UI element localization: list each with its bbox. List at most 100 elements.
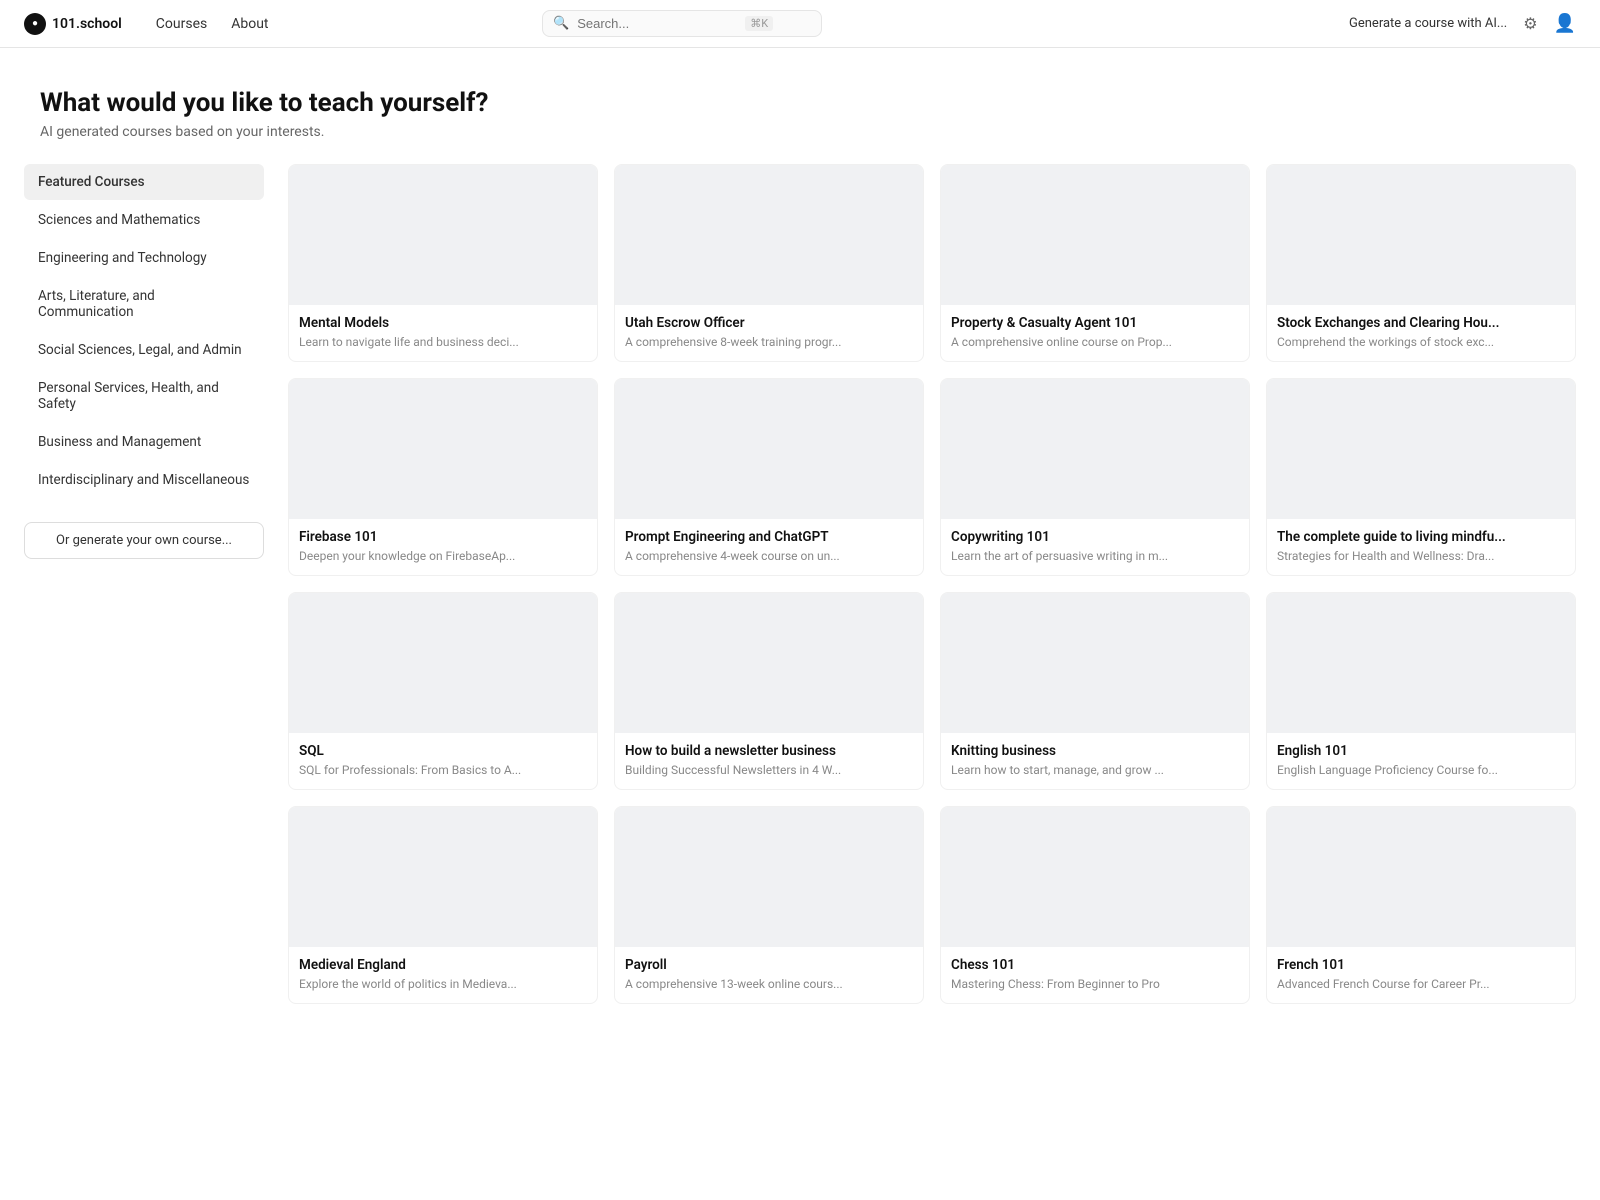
course-description: Mastering Chess: From Beginner to Pro [951,977,1239,991]
course-description: A comprehensive online course on Prop... [951,335,1239,349]
course-card[interactable]: SQL SQL for Professionals: From Basics t… [288,592,598,790]
course-title: Copywriting 101 [951,529,1239,545]
sidebar-item-sciences[interactable]: Sciences and Mathematics [24,202,264,238]
course-title: How to build a newsletter business [625,743,913,759]
course-thumbnail [289,379,597,519]
course-info: SQL SQL for Professionals: From Basics t… [289,733,597,789]
course-description: Building Successful Newsletters in 4 W..… [625,763,913,777]
sidebar-item-featured[interactable]: Featured Courses [24,164,264,200]
course-thumbnail [289,593,597,733]
course-description: Learn how to start, manage, and grow ... [951,763,1239,777]
generate-own-course-button[interactable]: Or generate your own course... [24,522,264,559]
course-info: Mental Models Learn to navigate life and… [289,305,597,361]
course-card[interactable]: Payroll A comprehensive 13-week online c… [614,806,924,1004]
course-title: French 101 [1277,957,1565,973]
course-card[interactable]: Property & Casualty Agent 101 A comprehe… [940,164,1250,362]
search-input[interactable] [577,16,737,31]
nav-logo[interactable]: ● 101.school [24,13,122,35]
theme-icon[interactable]: ⚙ [1523,14,1537,33]
course-info: English 101 English Language Proficiency… [1267,733,1575,789]
course-description: A comprehensive 13-week online cours... [625,977,913,991]
course-title: Prompt Engineering and ChatGPT [625,529,913,545]
course-description: Comprehend the workings of stock exc... [1277,335,1565,349]
course-title: Utah Escrow Officer [625,315,913,331]
course-card[interactable]: Stock Exchanges and Clearing Hou... Comp… [1266,164,1576,362]
sidebar: Featured CoursesSciences and Mathematics… [24,164,264,1004]
course-title: The complete guide to living mindfu... [1277,529,1565,545]
course-title: Payroll [625,957,913,973]
main-layout: Featured CoursesSciences and Mathematics… [0,164,1600,1044]
course-description: Deepen your knowledge on FirebaseAp... [299,549,587,563]
course-card[interactable]: Medieval England Explore the world of po… [288,806,598,1004]
course-description: Explore the world of politics in Medieva… [299,977,587,991]
course-card[interactable]: Utah Escrow Officer A comprehensive 8-we… [614,164,924,362]
course-thumbnail [289,807,597,947]
logo-text: 101.school [52,16,122,32]
course-info: The complete guide to living mindfu... S… [1267,519,1575,575]
course-title: Chess 101 [951,957,1239,973]
course-card[interactable]: Knitting business Learn how to start, ma… [940,592,1250,790]
course-description: Learn the art of persuasive writing in m… [951,549,1239,563]
search-icon: 🔍 [553,16,569,31]
sidebar-item-interdisciplinary[interactable]: Interdisciplinary and Miscellaneous [24,462,264,498]
course-thumbnail [1267,379,1575,519]
nav-actions: Generate a course with AI... ⚙ 👤 [1349,13,1576,34]
course-card[interactable]: Prompt Engineering and ChatGPT A compreh… [614,378,924,576]
sidebar-item-business[interactable]: Business and Management [24,424,264,460]
nav-courses[interactable]: Courses [146,10,217,38]
course-info: Property & Casualty Agent 101 A comprehe… [941,305,1249,361]
course-info: Firebase 101 Deepen your knowledge on Fi… [289,519,597,575]
course-card[interactable]: Chess 101 Mastering Chess: From Beginner… [940,806,1250,1004]
course-thumbnail [1267,593,1575,733]
course-thumbnail [1267,165,1575,305]
course-info: How to build a newsletter business Build… [615,733,923,789]
logo-icon: ● [24,13,46,35]
course-title: Mental Models [299,315,587,331]
course-info: Copywriting 101 Learn the art of persuas… [941,519,1249,575]
course-thumbnail [941,379,1249,519]
course-card[interactable]: Firebase 101 Deepen your knowledge on Fi… [288,378,598,576]
course-thumbnail [615,807,923,947]
course-thumbnail [1267,807,1575,947]
sidebar-item-engineering[interactable]: Engineering and Technology [24,240,264,276]
sidebar-item-arts[interactable]: Arts, Literature, and Communication [24,278,264,330]
sidebar-item-personal[interactable]: Personal Services, Health, and Safety [24,370,264,422]
course-description: Learn to navigate life and business deci… [299,335,587,349]
course-card[interactable]: How to build a newsletter business Build… [614,592,924,790]
course-title: Medieval England [299,957,587,973]
course-description: SQL for Professionals: From Basics to A.… [299,763,587,777]
nav-links: Courses About [146,10,279,38]
course-thumbnail [615,593,923,733]
course-info: Knitting business Learn how to start, ma… [941,733,1249,789]
course-title: Firebase 101 [299,529,587,545]
course-thumbnail [941,165,1249,305]
course-info: Utah Escrow Officer A comprehensive 8-we… [615,305,923,361]
search-bar: 🔍 ⌘K [542,10,822,37]
course-info: Chess 101 Mastering Chess: From Beginner… [941,947,1249,1003]
course-description: Advanced French Course for Career Pr... [1277,977,1565,991]
course-description: A comprehensive 4-week course on un... [625,549,913,563]
course-description: Strategies for Health and Wellness: Dra.… [1277,549,1565,563]
course-card[interactable]: Copywriting 101 Learn the art of persuas… [940,378,1250,576]
user-icon[interactable]: 👤 [1554,13,1576,34]
course-info: Payroll A comprehensive 13-week online c… [615,947,923,1003]
hero-subtitle: AI generated courses based on your inter… [40,124,1560,140]
course-card[interactable]: Mental Models Learn to navigate life and… [288,164,598,362]
course-thumbnail [615,165,923,305]
course-title: Knitting business [951,743,1239,759]
course-card[interactable]: French 101 Advanced French Course for Ca… [1266,806,1576,1004]
course-info: Prompt Engineering and ChatGPT A compreh… [615,519,923,575]
nav-about[interactable]: About [221,10,278,38]
course-thumbnail [615,379,923,519]
hero-section: What would you like to teach yourself? A… [0,48,1600,164]
course-thumbnail [941,807,1249,947]
course-thumbnail [941,593,1249,733]
course-grid: Mental Models Learn to navigate life and… [288,164,1576,1004]
course-card[interactable]: The complete guide to living mindfu... S… [1266,378,1576,576]
generate-course-link[interactable]: Generate a course with AI... [1349,16,1507,31]
course-card[interactable]: English 101 English Language Proficiency… [1266,592,1576,790]
course-title: Stock Exchanges and Clearing Hou... [1277,315,1565,331]
sidebar-item-social[interactable]: Social Sciences, Legal, and Admin [24,332,264,368]
course-title: SQL [299,743,587,759]
search-shortcut: ⌘K [745,16,773,31]
